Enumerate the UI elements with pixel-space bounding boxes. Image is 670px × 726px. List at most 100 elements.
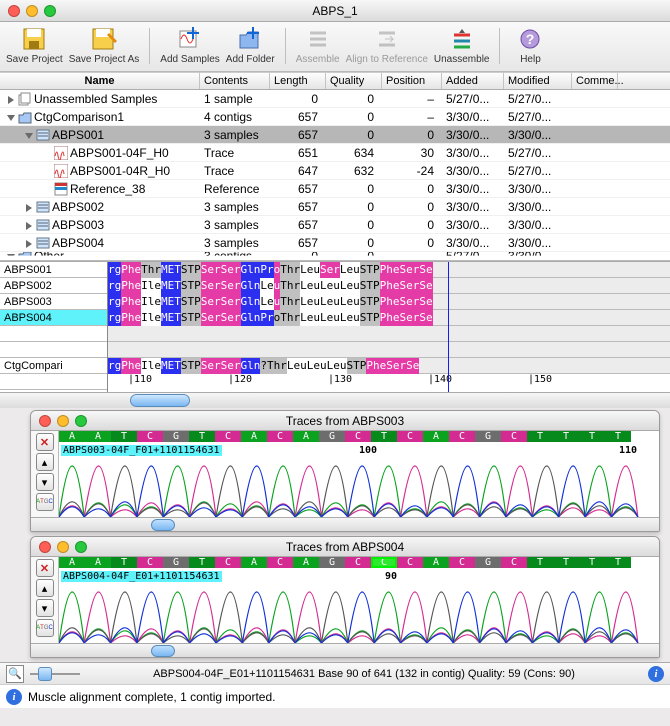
table-row[interactable]: CtgComparison14 contigs6570–3/30/0...5/2… (0, 108, 670, 126)
alignment-name[interactable]: ABPS004 (0, 310, 107, 326)
info-icon[interactable]: i (648, 666, 664, 682)
col-comments[interactable]: Comme... (572, 73, 618, 89)
trace-canvas[interactable]: AATCGTCACAGCCCACGCTTTTABPS004-04F_E01+11… (59, 557, 659, 643)
alignment-scrollbar[interactable] (0, 392, 670, 408)
base-cell: C (397, 431, 423, 442)
alignment-name[interactable]: ABPS003 (0, 294, 107, 310)
folder-icon (18, 110, 32, 124)
trace-sample-label: ABPS003-04F_F01+1101154631 (61, 445, 222, 456)
table-row[interactable]: ABPS0013 samples657003/30/0...3/30/0... (0, 126, 670, 144)
trace-canvas[interactable]: AATCGTCACAGCTCACGCTTTTABPS003-04F_F01+11… (59, 431, 659, 517)
base-cell: T (527, 557, 553, 568)
disclosure-icon (42, 184, 52, 194)
add-samples-icon (175, 26, 205, 52)
cell: 3/30/0... (442, 200, 504, 214)
col-length[interactable]: Length (270, 73, 326, 89)
disclosure-icon[interactable] (6, 112, 16, 122)
zoom-icon[interactable] (75, 415, 87, 427)
unassemble-button[interactable]: Unassemble (434, 26, 490, 65)
base-cell: C (397, 557, 423, 568)
sequence-row[interactable]: rgPheThrMETSTPSerSerGlnProThrLeuSerLeuST… (108, 262, 670, 278)
close-icon[interactable] (39, 415, 51, 427)
magnify-tool-icon[interactable]: 🔍 (6, 665, 24, 683)
cell: 3/30/0... (442, 218, 504, 232)
table-row[interactable]: ABPS001-04F_H0Trace651634303/30/0...5/27… (0, 144, 670, 162)
sequence-row[interactable]: rgPheIleMETSTPSerSerGlnProThrLeuLeuLeuST… (108, 310, 670, 326)
close-trace-button[interactable]: ✕ (36, 433, 54, 451)
alignment-name[interactable]: ABPS002 (0, 278, 107, 294)
row-name: ABPS001-04F_H0 (70, 146, 169, 160)
save-project-as-button[interactable]: Save Project As (69, 26, 140, 65)
col-name[interactable]: Name (0, 73, 200, 89)
trace-scrollbar[interactable] (31, 517, 659, 531)
floppy-icon (19, 26, 49, 52)
col-quality[interactable]: Quality (326, 73, 382, 89)
sequence-row[interactable]: rgPheIleMETSTPSerSerGlnLeuThrLeuLeuLeuST… (108, 294, 670, 310)
save-project-button[interactable]: Save Project (6, 26, 63, 65)
cell: 657 (270, 110, 326, 124)
zoom-slider[interactable] (30, 669, 80, 679)
col-position[interactable]: Position (382, 73, 442, 89)
base-cell: C (345, 431, 371, 442)
trace-scrollbar[interactable] (31, 643, 659, 657)
disclosure-icon[interactable] (24, 220, 34, 230)
project-table[interactable]: Name Contents Length Quality Position Ad… (0, 72, 670, 261)
alignment-consensus-name[interactable]: CtgCompari (0, 358, 107, 374)
base-cell: C (137, 557, 163, 568)
cell: 4 contigs (200, 110, 270, 124)
close-trace-button[interactable]: ✕ (36, 559, 54, 577)
minimize-icon[interactable] (26, 5, 38, 17)
table-row[interactable]: ABPS0033 samples657003/30/0...3/30/0... (0, 216, 670, 234)
table-row[interactable]: ABPS001-04R_H0Trace647632-243/30/0...5/2… (0, 162, 670, 180)
alignment-cursor (448, 262, 449, 392)
scroll-up-button[interactable]: ▴ (36, 453, 54, 471)
base-cell: G (319, 431, 345, 442)
disclosure-icon[interactable] (24, 238, 34, 248)
sequence-row[interactable]: rgPheIleMETSTPSerSerGlnLeuThrLeuLeuLeuST… (108, 278, 670, 294)
cell: 3 samples (200, 200, 270, 214)
add-folder-button[interactable]: Add Folder (226, 26, 275, 65)
unassemble-icon (447, 26, 477, 52)
table-row[interactable]: ABPS0023 samples657003/30/0...3/30/0... (0, 198, 670, 216)
zoom-icon[interactable] (75, 541, 87, 553)
table-row[interactable]: ABPS0043 samples657003/30/0...3/30/0... (0, 234, 670, 252)
minimize-icon[interactable] (57, 415, 69, 427)
base-cell: C (371, 557, 397, 568)
alignment-name-empty (0, 326, 107, 342)
base-cell: C (501, 557, 527, 568)
table-row[interactable]: Reference_38Reference657003/30/0...3/30/… (0, 180, 670, 198)
disclosure-icon[interactable] (24, 202, 34, 212)
sequence-row[interactable]: rgPheIleMETSTPSerSerGln ? ThrLeuLeuLeuST… (108, 358, 670, 374)
table-row[interactable]: Other3 contigs00–5/27/0...3/30/0... (0, 252, 670, 260)
trace-window: Traces from ABPS003✕▴▾ATGCAATCGTCACAGCTC… (30, 410, 660, 532)
disclosure-icon[interactable] (6, 94, 16, 104)
footer-message: Muscle alignment complete, 1 contig impo… (28, 690, 275, 704)
cell: 657 (270, 128, 326, 142)
cell: 3/30/0... (504, 236, 572, 250)
minimize-icon[interactable] (57, 541, 69, 553)
col-added[interactable]: Added (442, 73, 504, 89)
col-contents[interactable]: Contents (200, 73, 270, 89)
add-samples-button[interactable]: Add Samples (160, 26, 219, 65)
cell: 1 sample (200, 92, 270, 106)
scroll-down-button[interactable]: ▾ (36, 599, 54, 617)
col-modified[interactable]: Modified (504, 73, 572, 89)
table-header[interactable]: Name Contents Length Quality Position Ad… (0, 72, 670, 90)
alignment-name[interactable]: ABPS001 (0, 262, 107, 278)
disclosure-icon[interactable] (6, 251, 16, 261)
cell: 3/30/0... (504, 218, 572, 232)
zoom-icon[interactable] (44, 5, 56, 17)
assemble-button: Assemble (296, 26, 340, 65)
disclosure-icon[interactable] (24, 130, 34, 140)
base-cell: C (267, 431, 293, 442)
table-row[interactable]: Unassembled Samples1 sample00–5/27/0...5… (0, 90, 670, 108)
close-icon[interactable] (8, 5, 20, 17)
cell: -24 (382, 164, 442, 178)
bases-toggle-button[interactable]: ATGC (36, 619, 54, 637)
scroll-up-button[interactable]: ▴ (36, 579, 54, 597)
close-icon[interactable] (39, 541, 51, 553)
scroll-down-button[interactable]: ▾ (36, 473, 54, 491)
help-button[interactable]: ? Help (510, 26, 550, 65)
bases-toggle-button[interactable]: ATGC (36, 493, 54, 511)
cell: Reference (200, 182, 270, 196)
